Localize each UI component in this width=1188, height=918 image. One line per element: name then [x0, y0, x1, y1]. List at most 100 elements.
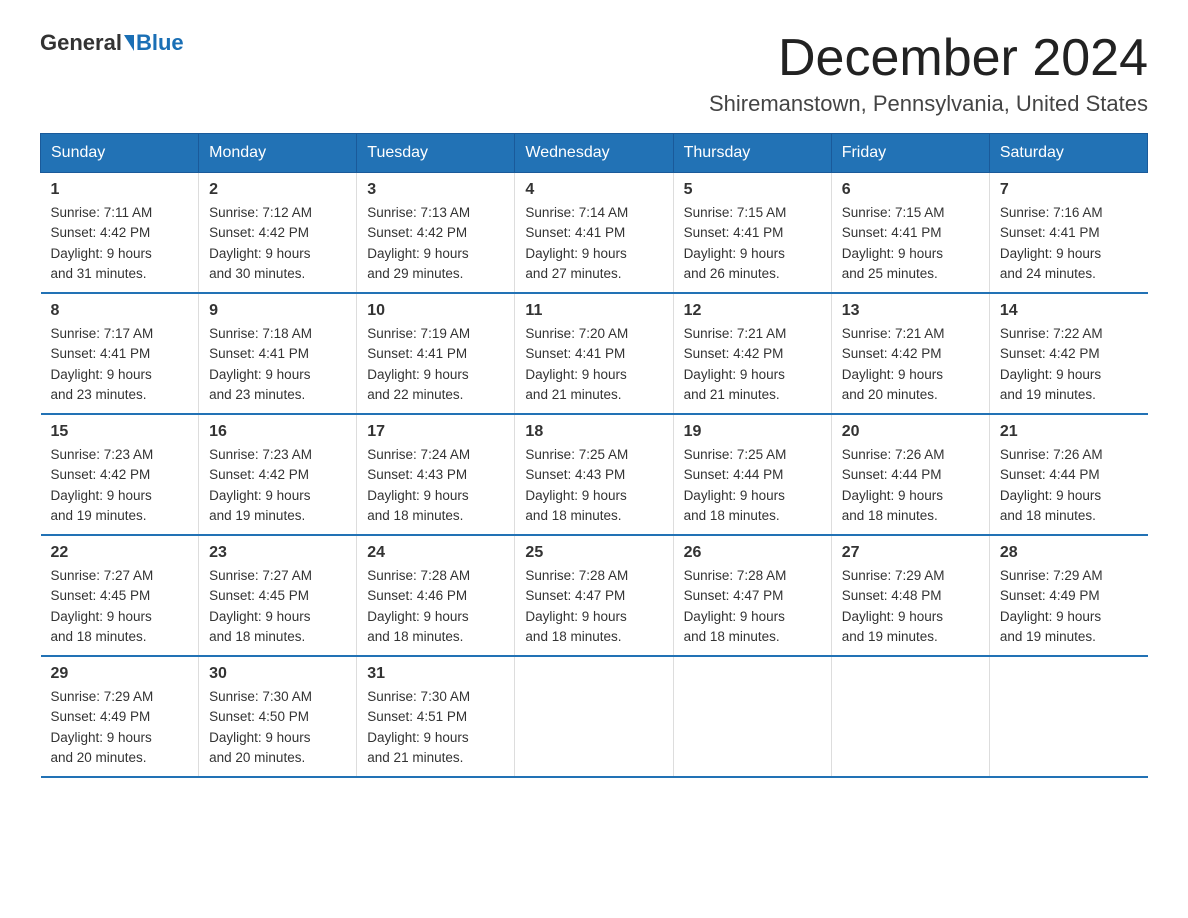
- calendar-cell: 17 Sunrise: 7:24 AMSunset: 4:43 PMDaylig…: [357, 414, 515, 535]
- calendar-cell: 23 Sunrise: 7:27 AMSunset: 4:45 PMDaylig…: [199, 535, 357, 656]
- weekday-header-sunday: Sunday: [41, 134, 199, 173]
- day-info: Sunrise: 7:16 AMSunset: 4:41 PMDaylight:…: [1000, 205, 1103, 281]
- calendar-cell: 31 Sunrise: 7:30 AMSunset: 4:51 PMDaylig…: [357, 656, 515, 777]
- day-info: Sunrise: 7:22 AMSunset: 4:42 PMDaylight:…: [1000, 326, 1103, 402]
- day-info: Sunrise: 7:18 AMSunset: 4:41 PMDaylight:…: [209, 326, 312, 402]
- day-info: Sunrise: 7:29 AMSunset: 4:49 PMDaylight:…: [51, 689, 154, 765]
- calendar-week-row: 8 Sunrise: 7:17 AMSunset: 4:41 PMDayligh…: [41, 293, 1148, 414]
- day-number: 20: [842, 423, 979, 441]
- day-info: Sunrise: 7:15 AMSunset: 4:41 PMDaylight:…: [684, 205, 787, 281]
- day-number: 13: [842, 302, 979, 320]
- page-title: December 2024: [709, 30, 1148, 87]
- calendar-cell: [515, 656, 673, 777]
- day-info: Sunrise: 7:12 AMSunset: 4:42 PMDaylight:…: [209, 205, 312, 281]
- day-number: 18: [525, 423, 662, 441]
- weekday-header-wednesday: Wednesday: [515, 134, 673, 173]
- calendar-header-row: SundayMondayTuesdayWednesdayThursdayFrid…: [41, 134, 1148, 173]
- day-info: Sunrise: 7:25 AMSunset: 4:43 PMDaylight:…: [525, 447, 628, 523]
- day-info: Sunrise: 7:14 AMSunset: 4:41 PMDaylight:…: [525, 205, 628, 281]
- calendar-cell: 30 Sunrise: 7:30 AMSunset: 4:50 PMDaylig…: [199, 656, 357, 777]
- day-info: Sunrise: 7:29 AMSunset: 4:49 PMDaylight:…: [1000, 568, 1103, 644]
- calendar-cell: 11 Sunrise: 7:20 AMSunset: 4:41 PMDaylig…: [515, 293, 673, 414]
- weekday-header-thursday: Thursday: [673, 134, 831, 173]
- weekday-header-friday: Friday: [831, 134, 989, 173]
- day-number: 3: [367, 181, 504, 199]
- day-info: Sunrise: 7:23 AMSunset: 4:42 PMDaylight:…: [51, 447, 154, 523]
- logo-general-text: General: [40, 30, 122, 56]
- calendar-cell: 6 Sunrise: 7:15 AMSunset: 4:41 PMDayligh…: [831, 173, 989, 294]
- calendar-cell: 20 Sunrise: 7:26 AMSunset: 4:44 PMDaylig…: [831, 414, 989, 535]
- calendar-cell: 28 Sunrise: 7:29 AMSunset: 4:49 PMDaylig…: [989, 535, 1147, 656]
- calendar-cell: 7 Sunrise: 7:16 AMSunset: 4:41 PMDayligh…: [989, 173, 1147, 294]
- calendar-cell: 13 Sunrise: 7:21 AMSunset: 4:42 PMDaylig…: [831, 293, 989, 414]
- day-number: 31: [367, 665, 504, 683]
- day-info: Sunrise: 7:28 AMSunset: 4:46 PMDaylight:…: [367, 568, 470, 644]
- day-number: 16: [209, 423, 346, 441]
- calendar-cell: 2 Sunrise: 7:12 AMSunset: 4:42 PMDayligh…: [199, 173, 357, 294]
- calendar-week-row: 1 Sunrise: 7:11 AMSunset: 4:42 PMDayligh…: [41, 173, 1148, 294]
- calendar-cell: 8 Sunrise: 7:17 AMSunset: 4:41 PMDayligh…: [41, 293, 199, 414]
- day-info: Sunrise: 7:23 AMSunset: 4:42 PMDaylight:…: [209, 447, 312, 523]
- day-number: 8: [51, 302, 189, 320]
- day-info: Sunrise: 7:30 AMSunset: 4:50 PMDaylight:…: [209, 689, 312, 765]
- day-number: 11: [525, 302, 662, 320]
- calendar-cell: 3 Sunrise: 7:13 AMSunset: 4:42 PMDayligh…: [357, 173, 515, 294]
- day-number: 10: [367, 302, 504, 320]
- weekday-header-monday: Monday: [199, 134, 357, 173]
- logo-triangle-icon: [124, 35, 134, 51]
- page-header: General Blue December 2024 Shiremanstown…: [40, 30, 1148, 117]
- day-number: 26: [684, 544, 821, 562]
- day-info: Sunrise: 7:27 AMSunset: 4:45 PMDaylight:…: [51, 568, 154, 644]
- day-number: 30: [209, 665, 346, 683]
- title-section: December 2024 Shiremanstown, Pennsylvani…: [709, 30, 1148, 117]
- day-number: 25: [525, 544, 662, 562]
- day-info: Sunrise: 7:26 AMSunset: 4:44 PMDaylight:…: [842, 447, 945, 523]
- day-number: 5: [684, 181, 821, 199]
- day-info: Sunrise: 7:28 AMSunset: 4:47 PMDaylight:…: [684, 568, 787, 644]
- calendar-cell: 5 Sunrise: 7:15 AMSunset: 4:41 PMDayligh…: [673, 173, 831, 294]
- day-number: 19: [684, 423, 821, 441]
- day-info: Sunrise: 7:17 AMSunset: 4:41 PMDaylight:…: [51, 326, 154, 402]
- calendar-cell: 25 Sunrise: 7:28 AMSunset: 4:47 PMDaylig…: [515, 535, 673, 656]
- day-number: 4: [525, 181, 662, 199]
- calendar-week-row: 15 Sunrise: 7:23 AMSunset: 4:42 PMDaylig…: [41, 414, 1148, 535]
- day-number: 28: [1000, 544, 1138, 562]
- day-info: Sunrise: 7:27 AMSunset: 4:45 PMDaylight:…: [209, 568, 312, 644]
- calendar-week-row: 22 Sunrise: 7:27 AMSunset: 4:45 PMDaylig…: [41, 535, 1148, 656]
- day-number: 12: [684, 302, 821, 320]
- calendar-cell: 15 Sunrise: 7:23 AMSunset: 4:42 PMDaylig…: [41, 414, 199, 535]
- day-number: 29: [51, 665, 189, 683]
- calendar-cell: [989, 656, 1147, 777]
- calendar-cell: 29 Sunrise: 7:29 AMSunset: 4:49 PMDaylig…: [41, 656, 199, 777]
- weekday-header-saturday: Saturday: [989, 134, 1147, 173]
- day-info: Sunrise: 7:11 AMSunset: 4:42 PMDaylight:…: [51, 205, 153, 281]
- day-number: 22: [51, 544, 189, 562]
- day-info: Sunrise: 7:29 AMSunset: 4:48 PMDaylight:…: [842, 568, 945, 644]
- day-info: Sunrise: 7:30 AMSunset: 4:51 PMDaylight:…: [367, 689, 470, 765]
- calendar-cell: 9 Sunrise: 7:18 AMSunset: 4:41 PMDayligh…: [199, 293, 357, 414]
- calendar-cell: 19 Sunrise: 7:25 AMSunset: 4:44 PMDaylig…: [673, 414, 831, 535]
- day-number: 6: [842, 181, 979, 199]
- calendar-cell: 10 Sunrise: 7:19 AMSunset: 4:41 PMDaylig…: [357, 293, 515, 414]
- day-info: Sunrise: 7:26 AMSunset: 4:44 PMDaylight:…: [1000, 447, 1103, 523]
- calendar-cell: 4 Sunrise: 7:14 AMSunset: 4:41 PMDayligh…: [515, 173, 673, 294]
- day-info: Sunrise: 7:28 AMSunset: 4:47 PMDaylight:…: [525, 568, 628, 644]
- logo: General Blue: [40, 30, 184, 56]
- calendar-cell: [673, 656, 831, 777]
- day-number: 24: [367, 544, 504, 562]
- day-number: 7: [1000, 181, 1138, 199]
- day-number: 1: [51, 181, 189, 199]
- calendar-cell: 14 Sunrise: 7:22 AMSunset: 4:42 PMDaylig…: [989, 293, 1147, 414]
- logo-blue-text: Blue: [136, 30, 184, 56]
- day-number: 14: [1000, 302, 1138, 320]
- day-info: Sunrise: 7:21 AMSunset: 4:42 PMDaylight:…: [842, 326, 945, 402]
- day-info: Sunrise: 7:25 AMSunset: 4:44 PMDaylight:…: [684, 447, 787, 523]
- weekday-header-tuesday: Tuesday: [357, 134, 515, 173]
- day-number: 17: [367, 423, 504, 441]
- day-info: Sunrise: 7:13 AMSunset: 4:42 PMDaylight:…: [367, 205, 470, 281]
- calendar-cell: 12 Sunrise: 7:21 AMSunset: 4:42 PMDaylig…: [673, 293, 831, 414]
- day-info: Sunrise: 7:24 AMSunset: 4:43 PMDaylight:…: [367, 447, 470, 523]
- day-info: Sunrise: 7:19 AMSunset: 4:41 PMDaylight:…: [367, 326, 470, 402]
- day-number: 21: [1000, 423, 1138, 441]
- calendar-cell: 1 Sunrise: 7:11 AMSunset: 4:42 PMDayligh…: [41, 173, 199, 294]
